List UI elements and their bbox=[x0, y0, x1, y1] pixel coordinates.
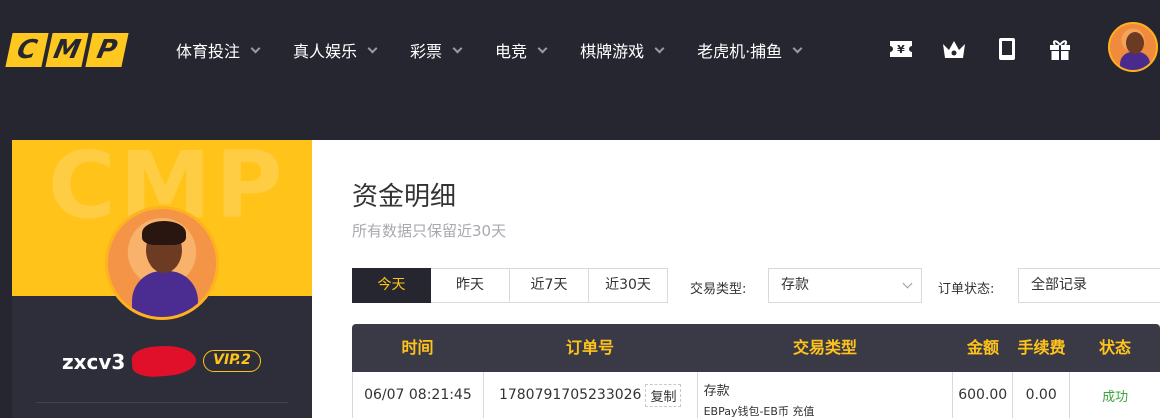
header-icon-group: ¥ bbox=[888, 36, 1100, 62]
transaction-type-label: 交易类型: bbox=[690, 282, 747, 297]
cell-time: 06/07 08:21:45 bbox=[353, 372, 484, 418]
order-status-label: 订单状态: bbox=[938, 282, 995, 297]
column-header-type: 交易类型 bbox=[792, 338, 857, 357]
transaction-type-value: 存款 bbox=[781, 277, 809, 293]
column-header-amount: 金额 bbox=[966, 338, 999, 357]
gift-icon[interactable] bbox=[1047, 36, 1073, 62]
cell-order: 1780791705233026 复制 bbox=[484, 372, 698, 418]
nav-label: 老虎机·捕鱼 bbox=[697, 42, 783, 61]
tab-last-30-days[interactable]: 近30天 bbox=[589, 268, 668, 303]
cell-type: 存款 EBPay钱包-EB币 充值 bbox=[698, 372, 954, 418]
chevron-down-icon bbox=[654, 43, 665, 53]
svg-text:¥: ¥ bbox=[897, 43, 905, 56]
vip-badge[interactable]: VIP.2 bbox=[203, 350, 261, 372]
cell-amount: 600.00 bbox=[953, 372, 1014, 418]
funds-detail-panel: 资金明细 所有数据只保留近30天 今天 昨天 近7天 近30天 交易类型: 存款… bbox=[312, 140, 1160, 418]
table-row: 06/07 08:21:45 1780791705233026 复制 存款 EB… bbox=[352, 372, 1160, 418]
type-detail: EBPay钱包-EB币 充值 bbox=[703, 405, 815, 418]
chevron-down-icon bbox=[537, 43, 548, 53]
avatar-hair-shape bbox=[142, 221, 186, 245]
tab-yesterday[interactable]: 昨天 bbox=[431, 268, 510, 303]
profile-panel: CMP zxcv3 VIP.2 bbox=[12, 140, 312, 418]
page-subtitle: 所有数据只保留近30天 bbox=[352, 222, 507, 240]
avatar-body-shape bbox=[132, 271, 198, 317]
page-title: 资金明细 bbox=[352, 182, 457, 212]
transactions-table: 时间 订单号 交易类型 金额 手续费 状态 06/07 08:21:45 178… bbox=[352, 324, 1160, 418]
nav-label: 真人娱乐 bbox=[293, 42, 358, 61]
copy-button[interactable]: 复制 bbox=[645, 383, 682, 407]
logo-letter-c: C bbox=[5, 33, 49, 67]
nav-card-games[interactable]: 棋牌游戏 bbox=[580, 38, 665, 62]
column-header-fee: 手续费 bbox=[1017, 338, 1066, 357]
type-main: 存款 bbox=[703, 384, 730, 399]
crown-icon[interactable] bbox=[941, 36, 967, 62]
nav-lottery[interactable]: 彩票 bbox=[410, 38, 463, 62]
main-nav: 体育投注 真人娱乐 彩票 电竞 棋牌游戏 老虎机·捕鱼 bbox=[176, 38, 835, 62]
table-header: 时间 订单号 交易类型 金额 手续费 状态 bbox=[352, 324, 1160, 372]
nav-label: 棋牌游戏 bbox=[580, 42, 645, 61]
cmp-logo[interactable]: C M P bbox=[5, 33, 129, 67]
column-header-time: 时间 bbox=[401, 338, 434, 357]
avatar-head-shape bbox=[1126, 32, 1144, 54]
chevron-down-icon bbox=[902, 278, 913, 289]
date-range-tabs: 今天 昨天 近7天 近30天 bbox=[352, 268, 668, 303]
username: zxcv3 bbox=[62, 350, 126, 374]
mobile-phone-icon[interactable] bbox=[994, 36, 1020, 62]
column-header-order: 订单号 bbox=[565, 338, 614, 357]
divider bbox=[36, 402, 288, 403]
profile-avatar[interactable] bbox=[105, 206, 219, 320]
yen-ticket-icon[interactable]: ¥ bbox=[888, 36, 914, 62]
avatar-body-shape bbox=[1120, 52, 1150, 70]
nav-slots-fishing[interactable]: 老虎机·捕鱼 bbox=[697, 38, 803, 62]
logo-letter-p: P bbox=[85, 33, 129, 67]
nav-label: 电竞 bbox=[495, 42, 528, 61]
order-number: 1780791705233026 bbox=[498, 387, 642, 403]
cell-status: 成功 bbox=[1102, 389, 1129, 405]
nav-label: 彩票 bbox=[410, 42, 443, 61]
chevron-down-icon bbox=[792, 43, 803, 53]
chevron-down-icon bbox=[452, 43, 463, 53]
user-avatar[interactable] bbox=[1108, 22, 1158, 72]
order-status-value: 全部记录 bbox=[1031, 277, 1087, 293]
tab-today[interactable]: 今天 bbox=[352, 268, 431, 303]
logo-letter-m: M bbox=[45, 33, 89, 67]
chevron-down-icon bbox=[250, 43, 261, 53]
tab-last-7-days[interactable]: 近7天 bbox=[510, 268, 589, 303]
order-status-select[interactable]: 全部记录 bbox=[1018, 268, 1160, 303]
nav-live-casino[interactable]: 真人娱乐 bbox=[293, 38, 378, 62]
redaction-scribble bbox=[131, 343, 197, 379]
nav-esports[interactable]: 电竞 bbox=[495, 38, 548, 62]
column-header-status: 状态 bbox=[1098, 338, 1131, 357]
nav-label: 体育投注 bbox=[176, 42, 241, 61]
transaction-type-select[interactable]: 存款 bbox=[768, 268, 922, 303]
chevron-down-icon bbox=[367, 43, 378, 53]
cell-fee: 0.00 bbox=[1013, 372, 1071, 418]
nav-sports[interactable]: 体育投注 bbox=[176, 38, 261, 62]
top-header: C M P 体育投注 真人娱乐 彩票 电竞 棋牌游戏 老虎机·捕鱼 ¥ bbox=[0, 0, 1160, 100]
